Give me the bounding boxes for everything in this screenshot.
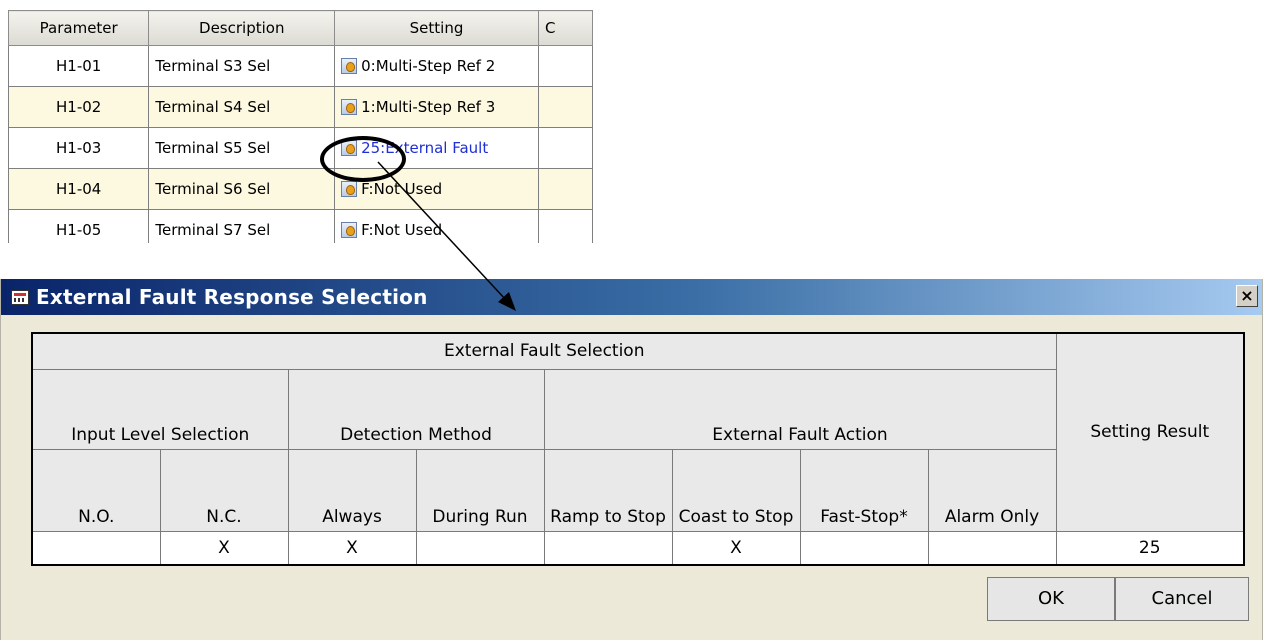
ok-button[interactable]: OK — [987, 577, 1115, 621]
table-row[interactable]: H1-02 Terminal S4 Sel 1:Multi-Step Ref 3 — [8, 86, 593, 128]
cancel-button[interactable]: Cancel — [1115, 577, 1249, 621]
parameter-cell: H1-01 — [8, 45, 150, 87]
dialog-title: External Fault Response Selection — [36, 285, 428, 309]
close-button[interactable]: × — [1236, 285, 1258, 307]
table-row[interactable]: H1-04 Terminal S6 Sel F:Not Used — [8, 168, 593, 210]
callout-ellipse — [320, 136, 406, 182]
extra-cell — [537, 209, 593, 243]
setting-icon[interactable] — [341, 222, 358, 238]
option-cell-alarm-only[interactable] — [927, 530, 1057, 566]
description-cell: Terminal S6 Sel — [148, 168, 336, 210]
extra-cell — [537, 86, 593, 128]
group-header-external-fault-selection: External Fault Selection — [31, 332, 1057, 370]
setting-icon[interactable] — [341, 99, 358, 115]
setting-value: 1:Multi-Step Ref 3 — [361, 98, 496, 116]
column-header-during-run: During Run — [415, 448, 545, 532]
column-header-setting[interactable]: Setting — [334, 10, 539, 46]
setting-cell[interactable]: 0:Multi-Step Ref 2 — [334, 45, 539, 87]
column-header-always: Always — [287, 448, 417, 532]
option-cell-no[interactable] — [31, 530, 161, 566]
parameter-table-panel: Parameter Description Setting C H1-01 Te… — [8, 10, 593, 243]
extra-cell — [537, 168, 593, 210]
column-header-ramp-to-stop: Ramp to Stop — [543, 448, 673, 532]
setting-value: F:Not Used — [361, 180, 443, 198]
description-cell: Terminal S7 Sel — [148, 209, 336, 243]
dialog-app-icon — [11, 289, 29, 305]
column-header-description[interactable]: Description — [148, 10, 336, 46]
table-row[interactable]: H1-05 Terminal S7 Sel F:Not Used — [8, 209, 593, 243]
setting-cell[interactable]: F:Not Used — [334, 209, 539, 243]
parameter-cell: H1-03 — [8, 127, 150, 169]
description-cell: Terminal S5 Sel — [148, 127, 336, 169]
column-header-nc: N.C. — [159, 448, 289, 532]
column-header-parameter[interactable]: Parameter — [8, 10, 150, 46]
parameter-cell: H1-02 — [8, 86, 150, 128]
parameter-table: Parameter Description Setting C H1-01 Te… — [8, 10, 593, 243]
setting-result-value: 25 — [1055, 530, 1245, 566]
column-header-truncated[interactable]: C — [537, 10, 593, 46]
external-fault-action-header: External Fault Action — [543, 368, 1057, 450]
setting-value: 0:Multi-Step Ref 2 — [361, 57, 496, 75]
external-fault-dialog: External Fault Response Selection × Exte… — [0, 279, 1263, 640]
setting-value: F:Not Used — [361, 221, 443, 239]
table-row[interactable]: H1-01 Terminal S3 Sel 0:Multi-Step Ref 2 — [8, 45, 593, 87]
option-cell-always[interactable]: X — [287, 530, 417, 566]
detection-method-header: Detection Method — [287, 368, 545, 450]
setting-icon[interactable] — [341, 58, 358, 74]
option-cell-nc[interactable]: X — [159, 530, 289, 566]
extra-cell — [537, 127, 593, 169]
parameter-cell: H1-04 — [8, 168, 150, 210]
column-header-coast-to-stop: Coast to Stop — [671, 448, 801, 532]
column-header-no: N.O. — [31, 448, 161, 532]
dialog-title-bar[interactable]: External Fault Response Selection × — [1, 279, 1262, 315]
setting-cell[interactable]: 1:Multi-Step Ref 3 — [334, 86, 539, 128]
column-header-fast-stop: Fast-Stop* — [799, 448, 929, 532]
option-cell-during-run[interactable] — [415, 530, 545, 566]
setting-icon[interactable] — [341, 181, 358, 197]
description-cell: Terminal S3 Sel — [148, 45, 336, 87]
table-row[interactable]: H1-03 Terminal S5 Sel 25:External Fault — [8, 127, 593, 169]
fault-selection-table: External Fault Selection Setting Result … — [31, 332, 1245, 566]
option-cell-ramp-to-stop[interactable] — [543, 530, 673, 566]
extra-cell — [537, 45, 593, 87]
description-cell: Terminal S4 Sel — [148, 86, 336, 128]
option-cell-fast-stop[interactable] — [799, 530, 929, 566]
parameter-table-header: Parameter Description Setting C — [8, 10, 593, 46]
parameter-cell: H1-05 — [8, 209, 150, 243]
setting-result-header: Setting Result — [1055, 332, 1245, 532]
column-header-alarm-only: Alarm Only — [927, 448, 1057, 532]
option-cell-coast-to-stop[interactable]: X — [671, 530, 801, 566]
input-level-selection-header: Input Level Selection — [31, 368, 289, 450]
